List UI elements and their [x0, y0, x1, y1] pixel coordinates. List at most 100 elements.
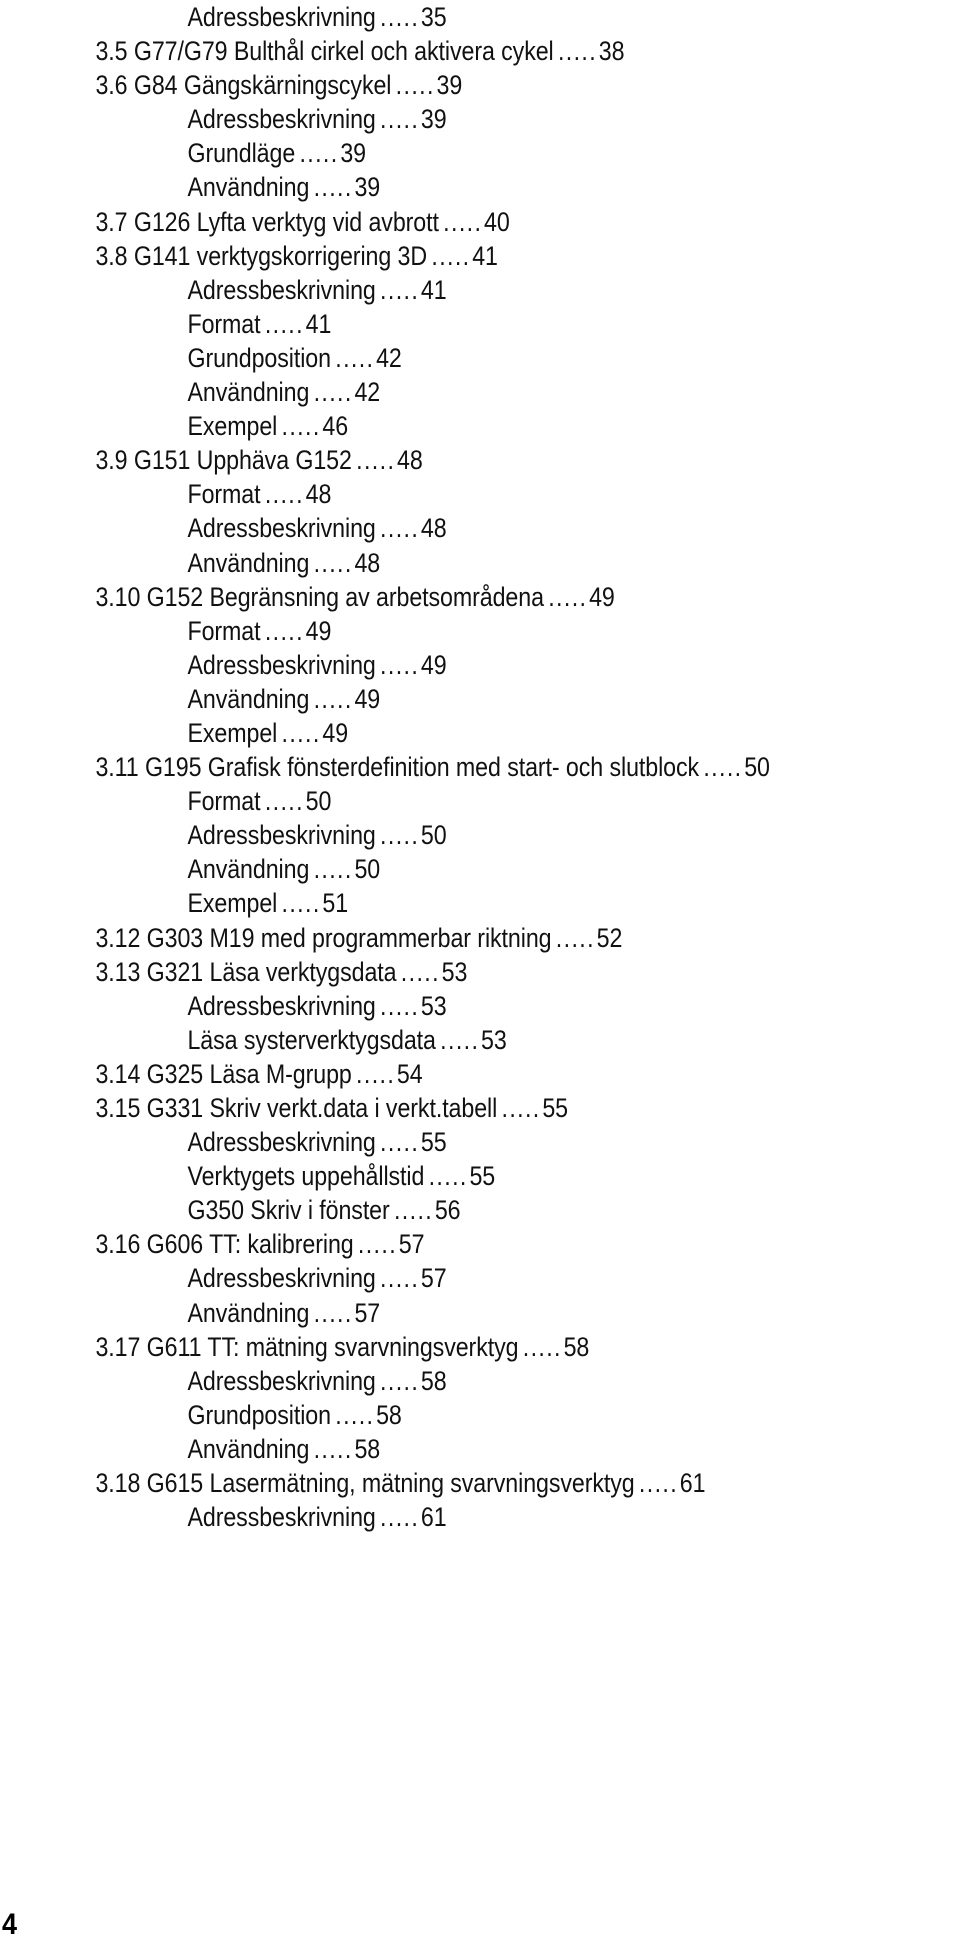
toc-entry[interactable]: Exempel .....46 — [0, 409, 826, 443]
toc-entry-title: Adressbeskrivning — [187, 649, 376, 680]
toc-dot-leader: ..... — [313, 683, 353, 714]
toc-entry-title: 3.16 G606 TT: kalibrering — [95, 1229, 354, 1260]
toc-entry[interactable]: Adressbeskrivning .....61 — [0, 1500, 826, 1534]
toc-entry-page-number: 55 — [469, 1161, 496, 1192]
toc-entry[interactable]: Användning .....57 — [0, 1296, 826, 1330]
toc-entry-page-number: 57 — [354, 1297, 381, 1328]
toc-entry-title: 3.14 G325 Läsa M-grupp — [95, 1058, 352, 1089]
toc-dot-leader: ..... — [313, 854, 353, 885]
toc-entry[interactable]: Exempel .....51 — [0, 886, 826, 920]
toc-dot-leader: ..... — [548, 581, 588, 612]
toc-entry-page-number: 49 — [589, 581, 615, 612]
toc-dot-leader: ..... — [313, 377, 353, 408]
toc-entry[interactable]: Adressbeskrivning .....39 — [0, 102, 826, 136]
toc-entry[interactable]: Adressbeskrivning .....53 — [0, 989, 826, 1023]
toc-entry[interactable]: Format .....50 — [0, 784, 826, 818]
toc-dot-leader: ..... — [380, 1365, 420, 1396]
toc-entry[interactable]: Användning .....42 — [0, 375, 826, 409]
toc-entry[interactable]: Användning .....39 — [0, 170, 826, 204]
toc-entry-title: Format — [187, 786, 261, 817]
toc-dot-leader: ..... — [281, 717, 321, 748]
toc-entry-title: Format — [187, 479, 261, 510]
toc-entry[interactable]: 3.11 G195 Grafisk fönsterdefinition med … — [0, 750, 826, 784]
toc-entry-title: Användning — [187, 1433, 310, 1464]
toc-entry[interactable]: Adressbeskrivning .....49 — [0, 648, 826, 682]
toc-dot-leader: ..... — [380, 513, 420, 544]
toc-entry[interactable]: Användning .....58 — [0, 1432, 826, 1466]
toc-entry[interactable]: 3.7 G126 Lyfta verktyg vid avbrott .....4… — [0, 205, 826, 239]
toc-entry[interactable]: Användning .....48 — [0, 546, 826, 580]
toc-entry[interactable]: G350 Skriv i fönster .....56 — [0, 1193, 826, 1227]
toc-entry[interactable]: Exempel .....49 — [0, 716, 826, 750]
toc-entry[interactable]: Format .....41 — [0, 307, 826, 341]
toc-entry-title: Exempel — [187, 888, 278, 919]
toc-dot-leader: ..... — [557, 36, 598, 67]
toc-dot-leader: ..... — [380, 104, 420, 135]
toc-entry-title: Användning — [187, 1297, 310, 1328]
toc-entry[interactable]: 3.8 G141 verktygskorrigering 3D .....41 — [0, 239, 826, 273]
toc-dot-leader: ..... — [380, 990, 420, 1021]
toc-entry[interactable]: Användning .....49 — [0, 682, 826, 716]
toc-entry-page-number: 49 — [305, 615, 332, 646]
toc-entry[interactable]: 3.9 G151 Upphäva G152 .....48 — [0, 443, 826, 477]
toc-entry[interactable]: 3.13 G321 Läsa verktygsdata .....53 — [0, 955, 826, 989]
toc-entry[interactable]: 3.16 G606 TT: kalibrering .....57 — [0, 1227, 826, 1261]
toc-entry[interactable]: Format .....48 — [0, 477, 826, 511]
toc-entry[interactable]: Adressbeskrivning .....35 — [0, 0, 826, 34]
toc-entry[interactable]: Verktygets uppehållstid .....55 — [0, 1159, 826, 1193]
toc-entry-title: Användning — [187, 683, 310, 714]
toc-entry-title: Adressbeskrivning — [187, 990, 376, 1021]
toc-entry[interactable]: Grundläge .....39 — [0, 136, 826, 170]
toc-dot-leader: ..... — [522, 1331, 562, 1362]
toc-entry[interactable]: Användning .....50 — [0, 852, 826, 886]
toc-entry-page-number: 55 — [420, 1127, 447, 1158]
toc-entry-title: Adressbeskrivning — [187, 513, 376, 544]
toc-dot-leader: ..... — [395, 70, 435, 101]
toc-entry[interactable]: Läsa systerverktygsdata .....53 — [0, 1023, 826, 1057]
toc-dot-leader: ..... — [313, 1297, 353, 1328]
toc-entry-title: 3.15 G331 Skriv verkt.data i verkt.tabel… — [95, 1093, 498, 1123]
toc-entry-page-number: 50 — [305, 786, 332, 817]
toc-entry-title: 3.6 G84 Gängskärningscykel — [95, 70, 392, 101]
toc-entry-title: G350 Skriv i fönster — [187, 1195, 390, 1226]
toc-dot-leader: ..... — [357, 1229, 398, 1260]
toc-entry[interactable]: Adressbeskrivning .....41 — [0, 273, 826, 307]
toc-entry[interactable]: 3.17 G611 TT: mätning svarvningsverktyg.… — [0, 1330, 826, 1364]
toc-entry-page-number: 39 — [340, 138, 366, 169]
toc-entry[interactable]: 3.6 G84 Gängskärningscykel .....39 — [0, 68, 826, 102]
toc-entry-page-number: 39 — [354, 172, 381, 203]
toc-entry-title: Exempel — [187, 717, 278, 748]
toc-entry[interactable]: 3.15 G331 Skriv verkt.data i verkt.tabel… — [0, 1091, 826, 1125]
toc-entry[interactable]: Format .....49 — [0, 614, 826, 648]
toc-entry-page-number: 51 — [322, 888, 349, 919]
toc-entry[interactable]: Grundposition .....42 — [0, 341, 826, 375]
toc-dot-leader: ..... — [431, 240, 471, 271]
toc-entry[interactable]: Adressbeskrivning .....57 — [0, 1261, 826, 1295]
toc-entry[interactable]: Adressbeskrivning .....58 — [0, 1364, 826, 1398]
toc-entry[interactable]: Adressbeskrivning .....55 — [0, 1125, 826, 1159]
toc-entry[interactable]: 3.5 G77/G79 Bulthål cirkel och aktivera … — [0, 34, 826, 68]
toc-entry[interactable]: 3.18 G615 Lasermätning, mätning svarvnin… — [0, 1466, 826, 1500]
toc-entry-page-number: 41 — [420, 274, 447, 305]
toc-dot-leader: ..... — [428, 1161, 468, 1192]
toc-entry[interactable]: 3.10 G152 Begränsning av arbetsområdena.… — [0, 580, 826, 614]
toc-dot-leader: ..... — [380, 820, 420, 851]
toc-dot-leader: ..... — [264, 479, 304, 510]
toc-entry-page-number: 55 — [542, 1093, 569, 1123]
toc-entry-page-number: 52 — [596, 922, 623, 953]
toc-entry-page-number: 40 — [484, 206, 510, 237]
toc-entry[interactable]: Grundposition .....58 — [0, 1398, 826, 1432]
toc-dot-leader: ..... — [356, 1058, 396, 1089]
toc-dot-leader: ..... — [443, 206, 483, 237]
toc-entry[interactable]: Adressbeskrivning .....48 — [0, 511, 826, 545]
toc-entry-title: Format — [187, 308, 261, 339]
toc-entry[interactable]: 3.14 G325 Läsa M-grupp .....54 — [0, 1057, 826, 1091]
toc-entry-title: Adressbeskrivning — [187, 274, 376, 305]
toc-entry-page-number: 53 — [420, 990, 447, 1021]
toc-dot-leader: ..... — [335, 342, 375, 373]
toc-entry[interactable]: Adressbeskrivning .....50 — [0, 818, 826, 852]
toc-entry[interactable]: 3.12 G303 M19 med programmerbar riktning… — [0, 921, 826, 955]
toc-dot-leader: ..... — [380, 1502, 420, 1533]
toc-entry-title: Adressbeskrivning — [187, 1263, 376, 1294]
toc-entry-title: 3.9 G151 Upphäva G152 — [95, 445, 352, 476]
